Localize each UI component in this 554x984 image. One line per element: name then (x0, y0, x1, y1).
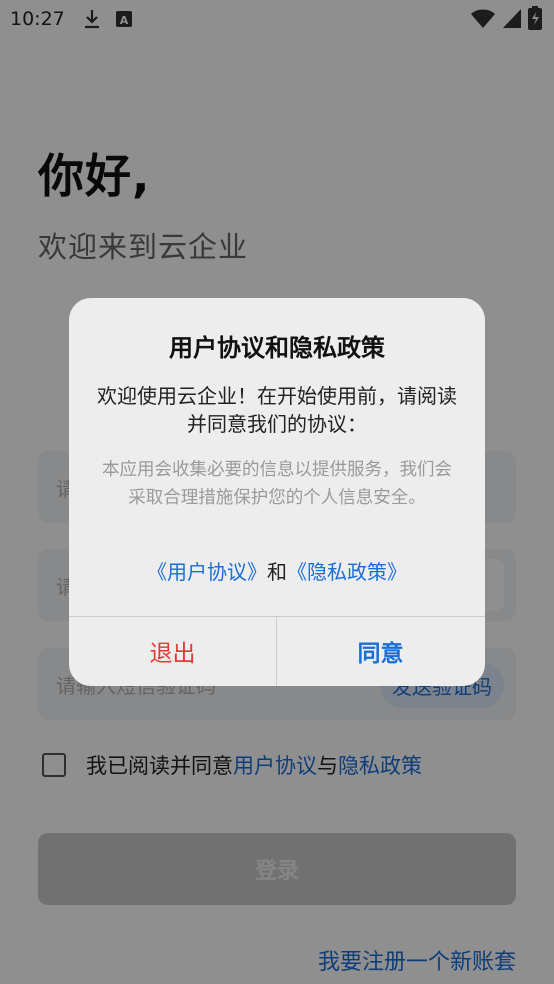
dialog-note: 本应用会收集必要的信息以提供服务，我们会采取合理措施保护您的个人信息安全。 (102, 460, 452, 508)
dialog-privacy-policy-link[interactable]: 《隐私政策》 (287, 560, 407, 584)
dialog-links-and: 和 (267, 560, 287, 584)
dialog-user-agreement-link[interactable]: 《用户协议》 (147, 560, 267, 584)
dialog-message: 欢迎使用云企业！在开始使用前，请阅读并同意我们的协议： (97, 384, 457, 436)
agree-button[interactable]: 同意 (277, 616, 484, 686)
dialog-title: 用户协议和隐私政策 (169, 334, 385, 362)
privacy-dialog: 用户协议和隐私政策 欢迎使用云企业！在开始使用前，请阅读并同意我们的协议： 本应… (69, 298, 485, 686)
exit-button[interactable]: 退出 (69, 616, 276, 686)
dialog-links: 《用户协议》和《隐私政策》 (69, 556, 485, 585)
